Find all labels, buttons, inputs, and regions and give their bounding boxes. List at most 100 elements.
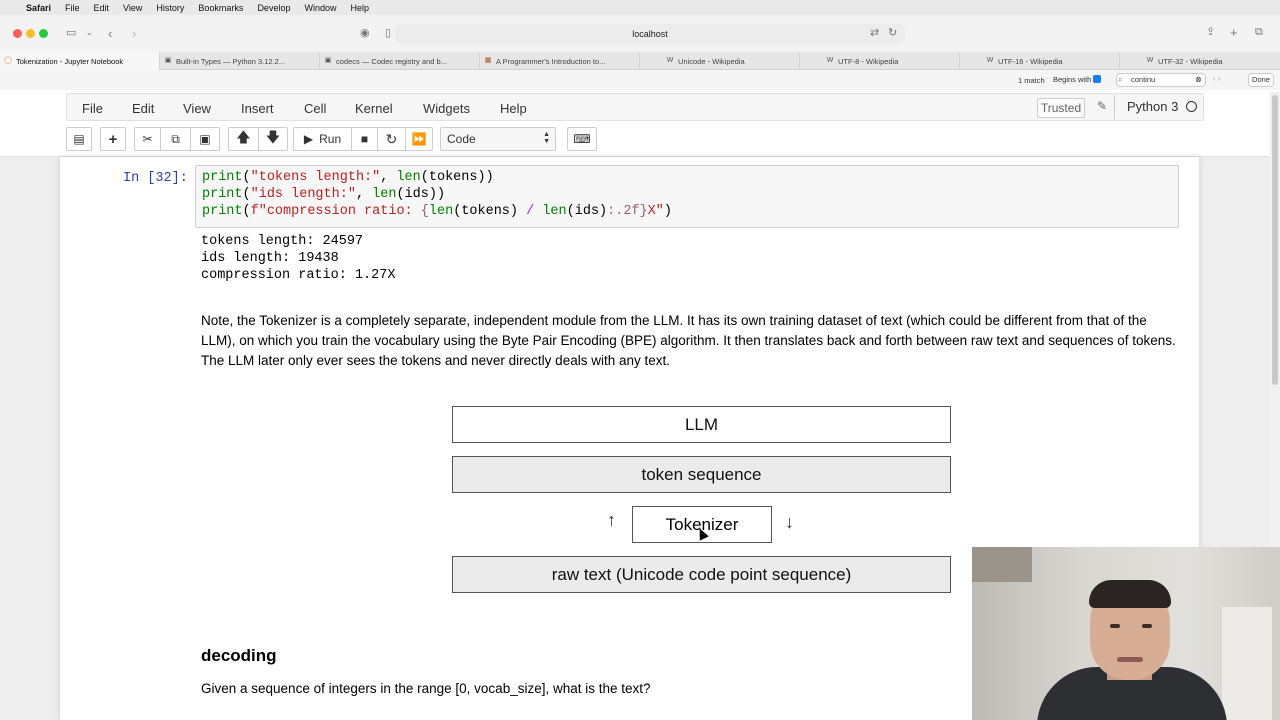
python-icon: ▣ [164,57,172,64]
jupyter-menu-help[interactable]: Help [500,101,527,116]
menu-app-name[interactable]: Safari [26,3,51,13]
menu-view[interactable]: View [123,3,142,13]
tab-utf8-wikipedia[interactable]: W UTF-8 - Wikipedia [800,52,960,70]
find-mode-select[interactable]: Begins with [1053,75,1102,84]
tab-unicode-wikipedia[interactable]: W Unicode - Wikipedia [640,52,800,70]
minimize-window-button[interactable] [26,29,35,38]
tab-utf32-wikipedia[interactable]: W UTF-32 - Wikipedia [1120,52,1280,70]
menu-window[interactable]: Window [304,3,336,13]
tab-tokenization-notebook[interactable]: ◯ Tokenization - Jupyter Notebook [0,52,160,70]
decoding-question: Given a sequence of integers in the rang… [201,681,651,696]
tab-label: Built-in Types — Python 3.12.2... [176,56,286,66]
page-icon[interactable]: ▯ [385,28,391,39]
reload-icon[interactable]: ↻ [888,28,897,39]
jupyter-header: File Edit View Insert Cell Kernel Widget… [0,90,1280,157]
insert-cell-button[interactable]: + [100,127,126,151]
diagram-llm-box: LLM [452,406,951,443]
tab-label: A Programmer's Introduction to... [496,56,606,66]
cell-type-select[interactable]: Code ▲ ▼ [440,127,556,151]
menu-bookmarks[interactable]: Bookmarks [198,3,243,13]
jupyter-menu-insert[interactable]: Insert [241,101,274,116]
scrollbar-thumb[interactable] [1272,95,1278,385]
command-palette-button[interactable]: ⌨ [567,127,597,151]
edit-pencil-icon[interactable]: ✎ [1097,99,1107,113]
find-match-count: 1 match [1018,76,1045,85]
find-done-button[interactable]: Done [1248,73,1274,87]
tab-python-builtin-types[interactable]: ▣ Built-in Types — Python 3.12.2... [160,52,320,70]
menu-help[interactable]: Help [350,3,369,13]
menu-develop[interactable]: Develop [257,3,290,13]
jupyter-menu-kernel[interactable]: Kernel [355,101,393,116]
arrow-down-icon: ↓ [785,512,794,532]
code-line-2: print("ids length:", len(ids)) [202,187,446,202]
tab-label: UTF-16 - Wikipedia [998,56,1063,66]
copy-button[interactable]: ⧉ [160,127,190,151]
sidebar-icon[interactable]: ▭ [66,28,76,39]
jupyter-menu-file[interactable]: File [82,101,103,116]
select-arrows-icon: ▲ ▼ [543,131,550,145]
restart-run-all-button[interactable]: ⏩ [405,127,433,151]
paste-button[interactable]: ▣ [190,127,220,151]
save-icon: ▤ [73,132,85,146]
address-bar[interactable]: localhost [395,24,905,44]
run-button[interactable]: ▶ Run [293,127,351,151]
find-query: continu [1131,75,1156,84]
move-up-button[interactable]: 🡅 [228,127,258,151]
jupyter-menu-cell[interactable]: Cell [304,101,326,116]
menu-file[interactable]: File [65,3,80,13]
tokenizer-note: Note, the Tokenizer is a completely sepa… [201,313,1176,368]
find-bar: 1 match Begins with continu ⌕ ⊗ ‹ › Done [0,70,1280,90]
close-window-button[interactable] [13,29,22,38]
wikipedia-icon: W [826,57,834,64]
new-tab-icon[interactable]: + [1230,26,1238,39]
fast-forward-icon: ⏩ [411,132,427,146]
jupyter-menu-view[interactable]: View [183,101,211,116]
python-icon: ▣ [324,57,332,64]
zoom-window-button[interactable] [39,29,48,38]
plus-icon: + [108,130,118,148]
code-cell-input[interactable]: print("tokens length:", len(tokens)) pri… [195,165,1179,228]
kernel-indicator[interactable]: Python 3 [1114,95,1198,119]
share-icon[interactable]: ⇪ [1206,27,1215,38]
tab-overview-icon[interactable]: ⧉ [1255,27,1263,38]
find-previous-next-icon[interactable]: ‹ › [1213,74,1221,83]
trusted-indicator[interactable]: Trusted [1037,98,1085,118]
scissors-icon: ✂ [142,132,153,146]
back-icon[interactable]: ‹ [108,27,112,40]
cell-prompt: In [32]: [123,171,188,186]
find-mode-label: Begins with [1053,75,1092,84]
interrupt-button[interactable]: ■ [351,127,377,151]
cut-button[interactable]: ✂ [134,127,160,151]
page-icon: ▦ [484,57,492,64]
clear-search-icon[interactable]: ⊗ [1195,75,1202,84]
keyboard-icon: ⌨ [573,132,591,146]
search-icon: ⌕ [1118,75,1123,84]
jupyter-icon: ◯ [4,57,12,64]
restart-kernel-button[interactable]: ↻ [377,127,405,151]
paste-icon: ▣ [199,132,211,146]
forward-icon[interactable]: › [132,27,136,40]
menu-history[interactable]: History [156,3,184,13]
diagram-raw-text-label: raw text (Unicode code point sequence) [551,564,852,584]
privacy-shield-icon[interactable]: ◉ [360,28,370,39]
move-down-button[interactable]: 🡇 [258,127,288,151]
chevron-down-icon[interactable]: ⌄ [86,29,93,37]
output-line: tokens length: 24597 [201,234,364,249]
menu-edit[interactable]: Edit [94,3,110,13]
kernel-status-icon [1186,101,1198,112]
tab-codecs[interactable]: ▣ codecs — Codec registry and b... [320,52,480,70]
save-button[interactable]: ▤ [66,127,92,151]
diagram-raw-text-box: raw text (Unicode code point sequence) [452,556,951,593]
play-icon: ▶ [303,132,314,146]
tab-label: Tokenization - Jupyter Notebook [16,56,124,66]
wikipedia-icon: W [986,57,994,64]
jupyter-menu-widgets[interactable]: Widgets [423,101,470,116]
tab-programmers-intro[interactable]: ▦ A Programmer's Introduction to... [480,52,640,70]
find-search-input[interactable]: continu [1116,73,1206,87]
tab-label: Unicode - Wikipedia [678,56,745,66]
tab-utf16-wikipedia[interactable]: W UTF-16 - Wikipedia [960,52,1120,70]
url-text: localhost [632,29,668,39]
code-line-1: print("tokens length:", len(tokens)) [202,170,494,185]
translate-icon[interactable]: ⇄ [870,28,879,39]
jupyter-menu-edit[interactable]: Edit [132,101,154,116]
